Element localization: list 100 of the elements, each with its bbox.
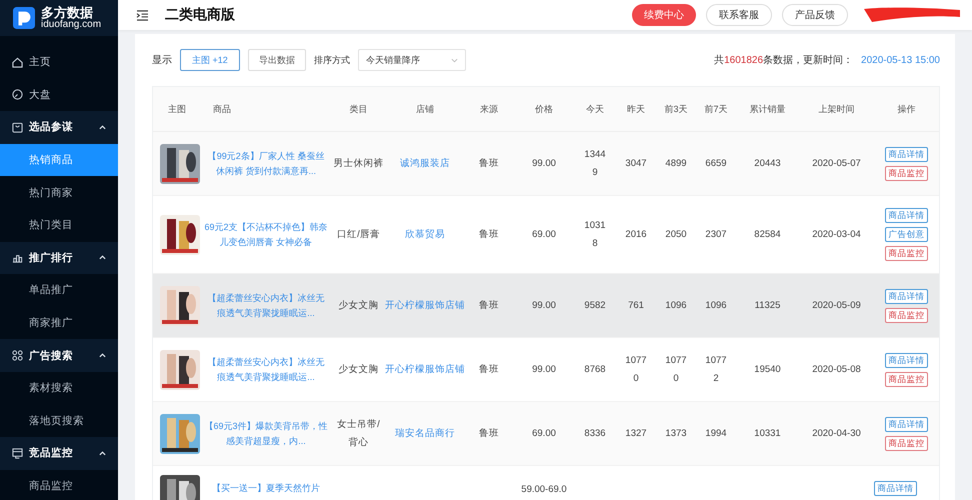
page-title: 二类电商版 xyxy=(165,6,235,24)
export-button[interactable]: 导出数据 xyxy=(248,49,306,71)
action-button[interactable]: 商品监控 xyxy=(885,246,928,261)
store-link[interactable]: 诚鸿服装店 xyxy=(400,157,450,170)
table-cell-text: 10318 xyxy=(583,219,607,250)
action-button[interactable]: 商品详情 xyxy=(885,146,928,162)
table-cell-text: 4899 xyxy=(665,156,687,171)
table-cell-text: 10770 xyxy=(664,354,688,386)
column-header: 今天 xyxy=(585,102,605,116)
menu-icon[interactable] xyxy=(136,10,149,20)
table-cell-text: 99.00 xyxy=(532,362,556,377)
chevron-icon xyxy=(99,124,106,130)
store-link[interactable]: 开心柠檬服饰店铺 xyxy=(385,299,465,312)
table-cell-text: 2020-03-04 xyxy=(812,228,861,242)
column-header: 类目 xyxy=(348,102,368,116)
action-button[interactable]: 商品监控 xyxy=(885,166,928,180)
table-cell-text: 6659 xyxy=(705,156,727,171)
sidebar-item[interactable]: 热门商家 xyxy=(0,176,118,209)
product-link[interactable]: 【买一送一】夏季天然竹片 xyxy=(204,481,328,496)
chevron-icon xyxy=(99,450,106,456)
sidebar-item[interactable]: 热门类目 xyxy=(0,208,118,242)
sort-select[interactable]: 今天销量降序 xyxy=(358,49,466,71)
sidebar-item[interactable]: 商家推广 xyxy=(0,306,118,340)
sidebar-item[interactable]: 落地页搜索 xyxy=(0,404,118,438)
action-button[interactable]: 商品详情 xyxy=(885,288,928,304)
sidebar-item[interactable]: 商品监控 xyxy=(0,470,118,500)
store-link[interactable]: 瑞安名品商行 xyxy=(395,427,455,440)
action-button[interactable]: 商品监控 xyxy=(885,308,928,322)
table-cell-text: 鲁班 xyxy=(479,228,499,242)
product-link[interactable]: 【99元2条】厂家人性 桑蚕丝休闲裤 货到付款满意再... xyxy=(204,149,328,178)
sidebar-item[interactable]: 推广排行 xyxy=(0,242,118,274)
table-cell-text: 2020-05-09 xyxy=(812,298,861,313)
action-button[interactable]: 商品监控 xyxy=(885,436,928,450)
product-link[interactable]: 69元2支【不沾杯不掉色】韩奈儿变色润唇膏 女神必备 xyxy=(204,220,328,249)
table-cell-text: 8768 xyxy=(584,362,606,377)
sidebar-item[interactable]: 素材搜索 xyxy=(0,372,118,405)
dashboard-icon xyxy=(12,89,23,100)
column-header: 前7天 xyxy=(703,102,728,116)
update-label: 条数据，更新时间： xyxy=(763,54,854,67)
action-button[interactable]: 广告创意 xyxy=(885,227,928,242)
table-cell-text: 1096 xyxy=(665,298,687,313)
table-cell-text: 2050 xyxy=(665,228,687,242)
header-button[interactable]: 产品反馈 xyxy=(782,4,848,26)
table-row[interactable]: 【99元2条】厂家人性 桑蚕丝休闲裤 货到付款满意再... 男士休闲裤 诚鸿服装店 鲁班 99.00 13449 3047 4899 6659 20443 2020-05-07 商品详情 商品监控 xyxy=(153,132,939,196)
column-header: 昨天 xyxy=(626,102,646,116)
table-cell-text: 2020-04-30 xyxy=(812,426,861,441)
store-link[interactable]: 欣慕贸易 xyxy=(405,228,445,241)
grid-icon xyxy=(12,350,23,362)
bag-icon xyxy=(12,122,23,133)
chevron-icon xyxy=(99,353,106,358)
store-link[interactable]: 开心柠檬服饰店铺 xyxy=(385,363,465,376)
table-cell-text: 9582 xyxy=(584,298,606,313)
table-cell-text: 少女文胸 xyxy=(338,298,378,313)
action-button[interactable]: 商品详情 xyxy=(885,208,928,223)
sidebar-item[interactable]: 广告搜索 xyxy=(0,339,118,372)
table-cell-text: 10770 xyxy=(624,354,648,386)
sidebar-item[interactable]: 竞品监控 xyxy=(0,437,118,470)
action-button[interactable]: 商品详情 xyxy=(885,416,928,432)
table-cell-text: 鲁班 xyxy=(479,362,499,377)
column-header: 前3天 xyxy=(663,102,688,116)
header-button[interactable]: 联系客服 xyxy=(706,4,772,26)
sidebar-item[interactable]: 热销商品 xyxy=(0,144,118,176)
product-link[interactable]: 【69元3件】爆款美背吊带，性感美背超显瘦，内... xyxy=(204,419,328,448)
sidebar-item[interactable]: 选品参谋 xyxy=(0,111,118,144)
header-button[interactable]: 续费中心 xyxy=(632,4,696,26)
display-label: 显示 xyxy=(152,54,172,67)
action-button[interactable]: 商品监控 xyxy=(885,372,928,386)
sidebar-item[interactable]: 大盘 xyxy=(0,78,118,112)
record-count: 1601826 xyxy=(724,54,764,66)
table-row[interactable]: 【超柔蕾丝安心内衣】冰丝无痕透气美背聚拢睡眠运... 少女文胸 开心柠檬服饰店铺 鲁班 99.00 9582 761 1096 1096 11325 2020-05-09 商品详情 商品监控 xyxy=(153,274,939,338)
table-cell-text: 69.00 xyxy=(532,426,556,441)
table-cell-text: 20443 xyxy=(754,156,781,171)
monitor-icon xyxy=(12,448,23,459)
table-cell-text: 99.00 xyxy=(532,156,556,171)
column-header: 价格 xyxy=(534,102,554,116)
table-cell-text: 2307 xyxy=(705,228,727,242)
action-button[interactable]: 商品详情 xyxy=(885,352,928,368)
sidebar-item[interactable]: 单品推广 xyxy=(0,274,118,307)
table-cell-text: 1994 xyxy=(705,426,727,441)
table-cell-text: 1096 xyxy=(705,298,727,313)
table-row[interactable]: 【69元3件】爆款美背吊带，性感美背超显瘦，内... 女士吊带/背心 瑞安名品商行 鲁班 69.00 8336 1327 1373 1994 10331 2020-04-30 商品详情 商品监控 xyxy=(153,402,939,466)
table-cell-text: 男士休闲裤 xyxy=(334,156,384,171)
sidebar-item[interactable]: 主页 xyxy=(0,46,118,79)
product-link[interactable]: 【超柔蕾丝安心内衣】冰丝无痕透气美背聚拢睡眠运... xyxy=(204,291,328,320)
table-cell-text: 2016 xyxy=(625,228,647,242)
table-cell-text: 10331 xyxy=(754,426,781,441)
column-header: 操作 xyxy=(896,102,916,116)
logo-icon xyxy=(13,7,35,29)
column-header: 商品 xyxy=(212,102,232,116)
table-cell-text: 鲁班 xyxy=(479,426,499,441)
column-header: 主图 xyxy=(167,102,187,116)
chevron-icon xyxy=(99,255,106,260)
logo-name: 多方数据 xyxy=(41,6,93,20)
update-time: 2020-05-13 15:00 xyxy=(861,54,940,66)
action-button[interactable]: 商品详情 xyxy=(874,481,917,496)
product-link[interactable]: 【超柔蕾丝安心内衣】冰丝无痕透气美背聚拢睡眠运... xyxy=(204,355,328,384)
columns-button[interactable]: 主图 +12 xyxy=(180,49,240,71)
logo-domain: iduofang.com xyxy=(41,20,102,30)
table-cell-text: 鲁班 xyxy=(479,298,499,313)
table-cell-text: 2020-05-08 xyxy=(812,362,861,377)
